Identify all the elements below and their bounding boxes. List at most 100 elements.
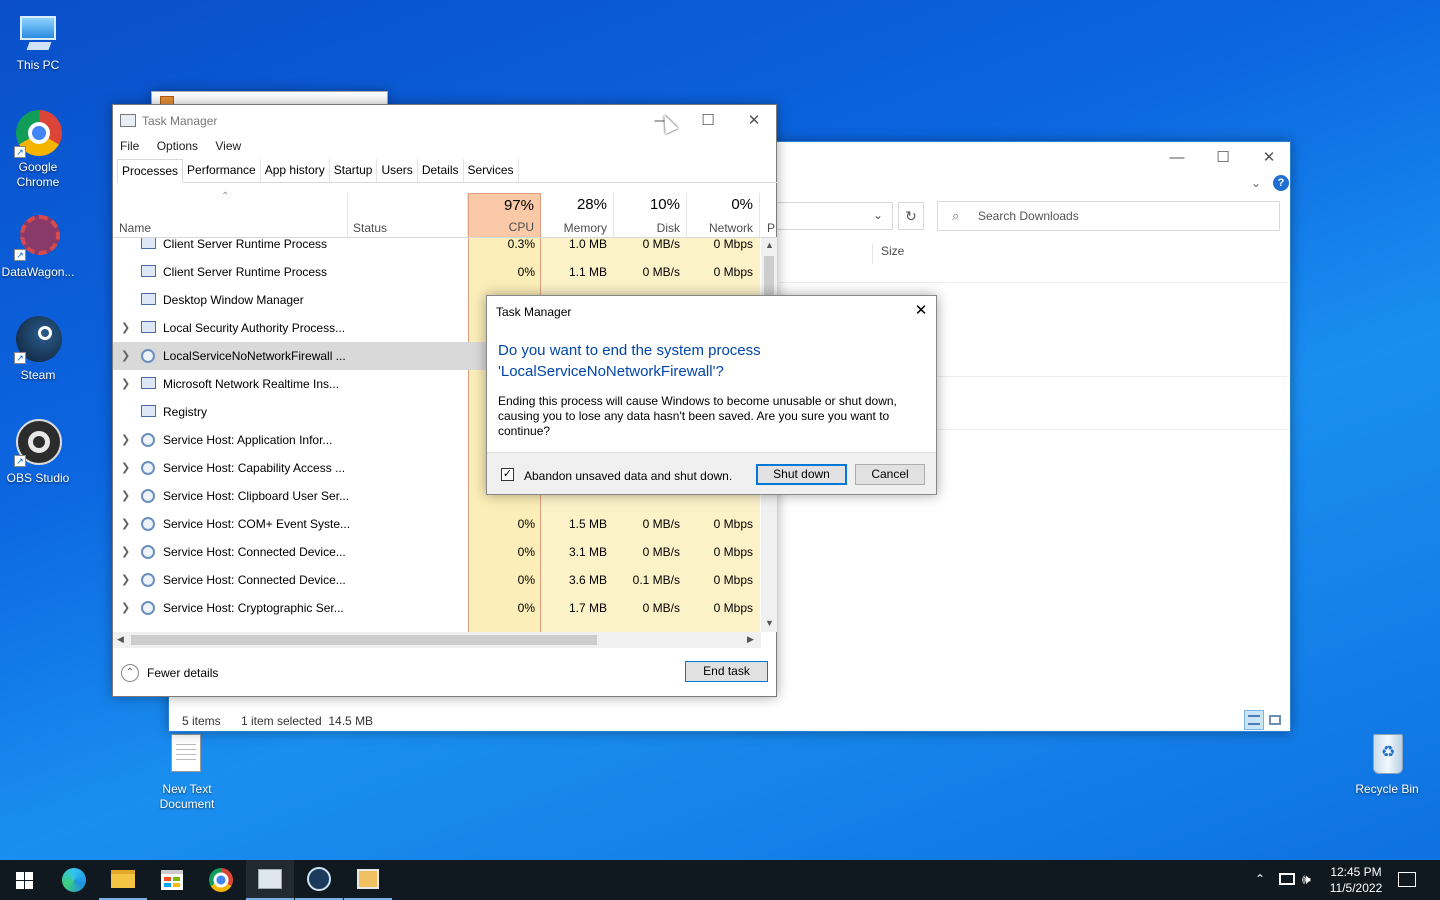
network-tray-icon[interactable] (1279, 873, 1295, 885)
close-button[interactable]: ✕ (731, 105, 777, 135)
expand-chevron-icon[interactable]: ❯ (121, 349, 130, 362)
process-name: Desktop Window Manager (163, 293, 304, 307)
expand-chevron-icon[interactable]: ❯ (121, 321, 130, 334)
taskbar-file-explorer[interactable] (99, 860, 147, 900)
process-window-icon (141, 265, 156, 277)
column-header-size[interactable]: Size (872, 244, 952, 264)
taskbar-task-manager[interactable] (246, 860, 294, 900)
minimize-icon: — (1169, 148, 1185, 166)
expand-chevron-icon[interactable]: ❯ (121, 517, 130, 530)
column-header-disk[interactable]: 10% Disk (614, 193, 687, 238)
taskbar-media-app[interactable] (344, 860, 392, 900)
close-icon: ✕ (1262, 149, 1276, 166)
end-process-dialog: Task Manager ✕ Do you want to end the sy… (486, 295, 937, 495)
ribbon-expand-chevron-icon[interactable]: ⌄ (1251, 176, 1261, 190)
taskbar-steam[interactable] (295, 860, 343, 900)
desktop-icon-this-pc[interactable]: This PC (0, 10, 76, 73)
abandon-data-checkbox[interactable]: ✓ (501, 468, 514, 481)
tab-services[interactable]: Services (464, 159, 519, 183)
table-row[interactable]: Client Server Runtime Process 0.3% 1.0 MB 0… (113, 238, 758, 258)
large-icons-view-button[interactable] (1268, 712, 1284, 728)
disk-value: 0.1 MB/s (632, 573, 680, 587)
column-header-network[interactable]: 0% Network (687, 193, 760, 238)
column-label: Disk (656, 221, 680, 235)
taskbar-chrome[interactable] (197, 860, 245, 900)
column-header-name[interactable]: Name (113, 193, 348, 238)
desktop-icon-label: New Text Document (159, 782, 215, 811)
desktop-icon-label: Recycle Bin (1355, 782, 1419, 796)
column-header-cpu[interactable]: 97% CPU (468, 193, 541, 238)
volume-tray-icon[interactable]: 🕪 (1302, 871, 1311, 888)
refresh-button[interactable]: ↻ (898, 202, 924, 230)
desktop-icon-new-text-document[interactable]: New Text Document (149, 732, 225, 812)
checkbox-label[interactable]: Abandon unsaved data and shut down. (524, 469, 732, 483)
desktop-icon-obs-studio[interactable]: ↗ OBS Studio (0, 419, 76, 486)
scroll-up-icon[interactable]: ▲ (765, 240, 774, 250)
help-button[interactable]: ? (1273, 175, 1289, 191)
scroll-thumb[interactable] (131, 635, 597, 645)
start-button[interactable] (0, 860, 48, 900)
dialog-title: Task Manager (496, 305, 572, 319)
tab-details[interactable]: Details (418, 159, 464, 183)
cpu-value: 0% (517, 265, 535, 279)
desktop-icon-recycle-bin[interactable]: ♻ Recycle Bin (1349, 730, 1425, 797)
column-header-memory[interactable]: 28% Memory (541, 193, 614, 238)
expand-chevron-icon[interactable]: ❯ (121, 601, 130, 614)
address-bar[interactable]: ⌄ (769, 202, 893, 230)
desktop-icon-datawagon[interactable]: ↗ DataWagon... (0, 213, 76, 280)
maximize-button[interactable]: ☐ (1200, 142, 1246, 172)
network-value: 0 Mbps (713, 545, 753, 559)
menu-options[interactable]: Options (157, 139, 198, 153)
scroll-down-icon[interactable]: ▼ (765, 618, 774, 628)
action-center-button[interactable] (1398, 872, 1416, 887)
maximize-icon: ☐ (701, 112, 715, 129)
expand-chevron-icon[interactable]: ❯ (121, 461, 130, 474)
menu-view[interactable]: View (215, 139, 241, 153)
clock[interactable]: 12:45 PM 11/5/2022 (1322, 864, 1390, 896)
dialog-close-button[interactable]: ✕ (908, 300, 934, 322)
scroll-left-icon[interactable]: ◀ (117, 634, 124, 645)
search-box[interactable]: ⌕ Search Downloads (937, 201, 1280, 231)
horizontal-scrollbar[interactable]: ◀ ▶ (113, 632, 761, 648)
show-hidden-icons-button[interactable]: ⌃ (1255, 872, 1265, 886)
tab-users[interactable]: Users (377, 159, 418, 183)
expand-chevron-icon[interactable]: ❯ (121, 489, 130, 502)
details-view-button[interactable] (1244, 710, 1264, 730)
tab-performance[interactable]: Performance (183, 159, 261, 183)
tab-startup[interactable]: Startup (330, 159, 378, 183)
search-input[interactable]: Search Downloads (978, 209, 1079, 223)
minimize-button[interactable]: — (1154, 142, 1200, 172)
table-row[interactable]: ❯ Service Host: Connected Device... 0% 3.6 … (113, 566, 758, 594)
taskbar-store[interactable] (148, 860, 196, 900)
tab-processes[interactable]: Processes (117, 159, 184, 183)
cancel-button[interactable]: Cancel (855, 464, 925, 485)
clock-date: 11/5/2022 (1329, 881, 1383, 895)
maximize-button[interactable]: ☐ (685, 105, 731, 135)
tab-app-history[interactable]: App history (261, 159, 330, 183)
desktop-icon-google-chrome[interactable]: ↗ Google Chrome (0, 110, 76, 190)
address-dropdown-chevron-icon[interactable]: ⌄ (873, 208, 883, 222)
store-icon (161, 870, 183, 890)
desktop-icon-steam[interactable]: ↗ Steam (0, 316, 76, 383)
table-row[interactable]: Client Server Runtime Process 0% 1.1 MB 0 M… (113, 258, 758, 286)
shut-down-button[interactable]: Shut down (756, 464, 847, 485)
expand-chevron-icon[interactable]: ❯ (121, 377, 130, 390)
taskbar-edge[interactable] (50, 860, 98, 900)
table-row[interactable]: ❯ Service Host: Cryptographic Ser... 0% 1.7… (113, 594, 758, 622)
table-row[interactable]: ❯ Service Host: Connected Device... 0% 3.1 … (113, 538, 758, 566)
scroll-right-icon[interactable]: ▶ (747, 634, 754, 645)
service-gear-icon (141, 601, 155, 615)
end-task-button[interactable]: End task (685, 661, 768, 682)
shortcut-arrow-icon: ↗ (14, 455, 26, 467)
network-value: 0 Mbps (713, 573, 753, 587)
expand-chevron-icon[interactable]: ❯ (121, 433, 130, 446)
table-row[interactable]: ❯ Service Host: COM+ Event Syste... 0% 1.5 … (113, 510, 758, 538)
expand-chevron-icon[interactable]: ❯ (121, 545, 130, 558)
menu-file[interactable]: File (120, 139, 139, 153)
fewer-details-button[interactable]: ⌃ Fewer details (121, 663, 218, 683)
expand-chevron-icon[interactable]: ❯ (121, 573, 130, 586)
column-header-status[interactable]: Status (348, 193, 468, 238)
shortcut-arrow-icon: ↗ (14, 352, 26, 364)
column-header-power[interactable]: P (760, 193, 777, 238)
close-button[interactable]: ✕ (1246, 142, 1292, 172)
